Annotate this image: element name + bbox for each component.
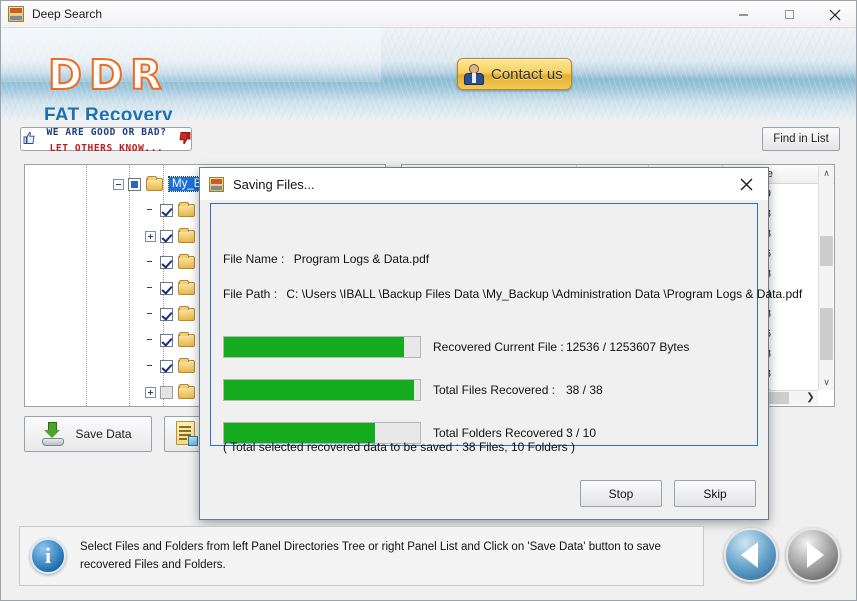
application-window: Deep Search DDR FAT Recovery Contact us — [0, 0, 857, 601]
save-data-button[interactable]: Save Data — [24, 416, 152, 452]
thumbs-down-icon — [178, 131, 191, 147]
progress-value: 12536 / 1253607 Bytes — [566, 340, 690, 354]
saving-files-dialog: Saving Files... File Name : Program Logs… — [199, 167, 802, 520]
folder-icon — [178, 279, 195, 295]
expand-icon[interactable] — [145, 230, 156, 242]
save-data-label: Save Data — [75, 427, 132, 441]
scroll-up-button[interactable]: ∧ — [819, 166, 834, 181]
tree-item-checkbox[interactable] — [160, 281, 173, 295]
minimize-button[interactable] — [720, 1, 766, 28]
tree-spacer — [145, 309, 156, 320]
expand-icon[interactable] — [145, 386, 156, 398]
progress-bar-fill — [224, 337, 405, 357]
dialog-titlebar: Saving Files... — [200, 168, 768, 201]
save-disk-icon — [41, 422, 65, 446]
window-title: Deep Search — [32, 7, 103, 21]
progress-value: 3 / 10 — [566, 426, 597, 440]
file-name-label: File Name : — [223, 252, 285, 266]
window-titlebar: Deep Search — [1, 1, 856, 28]
scroll-right-button[interactable]: ❯ — [803, 390, 818, 405]
tree-item-checkbox[interactable] — [160, 307, 173, 321]
folder-icon — [178, 305, 195, 321]
tree-item-checkbox[interactable] — [160, 255, 173, 269]
thumbs-up-icon — [23, 131, 36, 147]
file-path-row: File Path : C: \Users \IBALL \Backup Fil… — [223, 287, 802, 301]
brand-logo: DDR — [47, 50, 169, 100]
header-banner: DDR FAT Recovery Contact us — [1, 28, 856, 120]
stop-label: Stop — [608, 486, 634, 501]
folder-icon — [178, 383, 195, 399]
progress-label: Recovered Current File : — [433, 340, 564, 354]
file-path-label: File Path : — [223, 287, 278, 301]
dialog-close-button[interactable] — [724, 168, 768, 201]
feedback-line-1: WE ARE GOOD OR BAD? — [46, 127, 167, 138]
skip-label: Skip — [703, 486, 727, 501]
tree-spacer — [145, 283, 156, 294]
tree-item-checkbox[interactable] — [128, 177, 141, 191]
status-info-bar: i Select Files and Folders from left Pan… — [19, 526, 704, 586]
stop-button[interactable]: Stop — [580, 480, 662, 507]
tree-item-checkbox[interactable] — [160, 385, 173, 399]
tree-item-checkbox[interactable] — [160, 229, 173, 243]
dialog-app-icon — [209, 176, 224, 192]
totals-note: ( Total selected recovered data to be sa… — [223, 440, 575, 454]
info-icon: i — [30, 538, 66, 574]
tree-item-checkbox[interactable] — [160, 359, 173, 373]
progress-bar — [223, 336, 421, 358]
contact-us-label: Contact us — [491, 65, 563, 83]
maximize-button[interactable] — [766, 1, 812, 28]
close-button[interactable] — [812, 1, 856, 28]
progress-bar — [223, 379, 421, 401]
tree-spacer — [145, 361, 156, 372]
progress-label: Total Folders Recovered : — [433, 426, 570, 440]
dialog-body: File Name : Program Logs & Data.pdf File… — [210, 203, 802, 454]
next-button[interactable] — [786, 528, 840, 582]
previous-button[interactable] — [724, 528, 778, 582]
progress-bar-fill — [224, 380, 415, 400]
tree-item-checkbox[interactable] — [160, 203, 173, 217]
folder-icon — [178, 331, 195, 347]
folder-icon — [178, 227, 195, 243]
person-icon — [463, 63, 485, 85]
document-log-icon — [174, 421, 199, 447]
navigation-buttons — [724, 528, 840, 582]
tree-spacer — [145, 257, 156, 268]
dialog-title: Saving Files... — [233, 176, 315, 192]
file-path-value: C: \Users \IBALL \Backup Files Data \My_… — [286, 287, 803, 301]
status-message: Select Files and Folders from left Panel… — [80, 540, 661, 571]
tree-spacer — [145, 205, 156, 216]
progress-value: 38 / 38 — [566, 383, 603, 397]
scroll-down-button[interactable]: ∨ — [819, 375, 834, 390]
find-in-list-label: Find in List — [773, 133, 829, 145]
contact-us-button[interactable]: Contact us — [457, 58, 572, 90]
app-icon — [8, 6, 24, 22]
find-in-list-button[interactable]: Find in List — [762, 127, 840, 151]
tree-item-checkbox[interactable] — [160, 333, 173, 347]
toolbar: WE ARE GOOD OR BAD? LET OTHERS KNOW... F… — [1, 120, 856, 158]
folder-icon — [178, 201, 195, 217]
folder-icon — [146, 175, 163, 191]
file-name-value: Program Logs & Data.pdf — [293, 252, 430, 266]
product-subtitle: FAT Recovery — [44, 105, 173, 120]
dialog-buttons: Stop Skip — [580, 480, 756, 507]
feedback-line-2: LET OTHERS KNOW... — [49, 143, 164, 154]
next-arrow-icon — [806, 542, 824, 568]
feedback-banner-button[interactable]: WE ARE GOOD OR BAD? LET OTHERS KNOW... — [20, 127, 192, 153]
file-name-row: File Name : Program Logs & Data.pdf — [223, 252, 429, 266]
feedback-text: WE ARE GOOD OR BAD? LET OTHERS KNOW... — [36, 123, 177, 155]
previous-arrow-icon — [740, 542, 758, 568]
folder-icon — [178, 357, 195, 373]
skip-button[interactable]: Skip — [674, 480, 756, 507]
window-controls — [720, 1, 856, 28]
action-buttons: Save Data — [24, 416, 216, 452]
folder-icon — [178, 253, 195, 269]
tree-spacer — [145, 335, 156, 346]
list-vertical-scrollbar[interactable]: ∧ ∨ — [818, 166, 834, 390]
progress-label: Total Files Recovered : — [433, 383, 556, 397]
collapse-icon[interactable] — [113, 178, 124, 190]
